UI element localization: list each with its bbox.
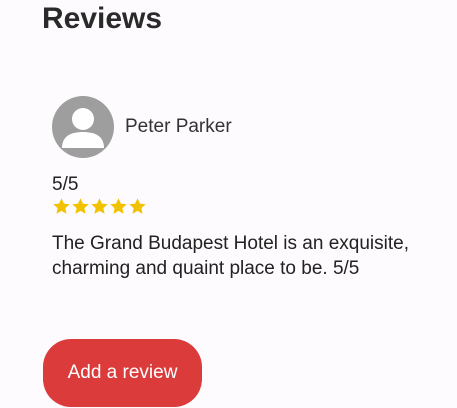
- review-rating-text: 5/5: [52, 174, 79, 195]
- star-icon: [91, 198, 108, 214]
- review-card: Peter Parker 5/5 The Grand Budapest Hote…: [52, 96, 432, 279]
- review-text: The Grand Budapest Hotel is an exquisite…: [52, 233, 409, 279]
- user-avatar-icon: [52, 96, 114, 158]
- star-rating: [52, 197, 147, 219]
- star-icon: [72, 198, 89, 214]
- page-title: Reviews: [42, 2, 163, 35]
- review-author-row: Peter Parker: [52, 96, 432, 158]
- star-icon: [129, 198, 146, 214]
- review-author-name: Peter Parker: [125, 116, 232, 137]
- star-icon: [53, 198, 70, 214]
- star-icon: [110, 198, 127, 214]
- add-review-button[interactable]: Add a review: [43, 339, 202, 407]
